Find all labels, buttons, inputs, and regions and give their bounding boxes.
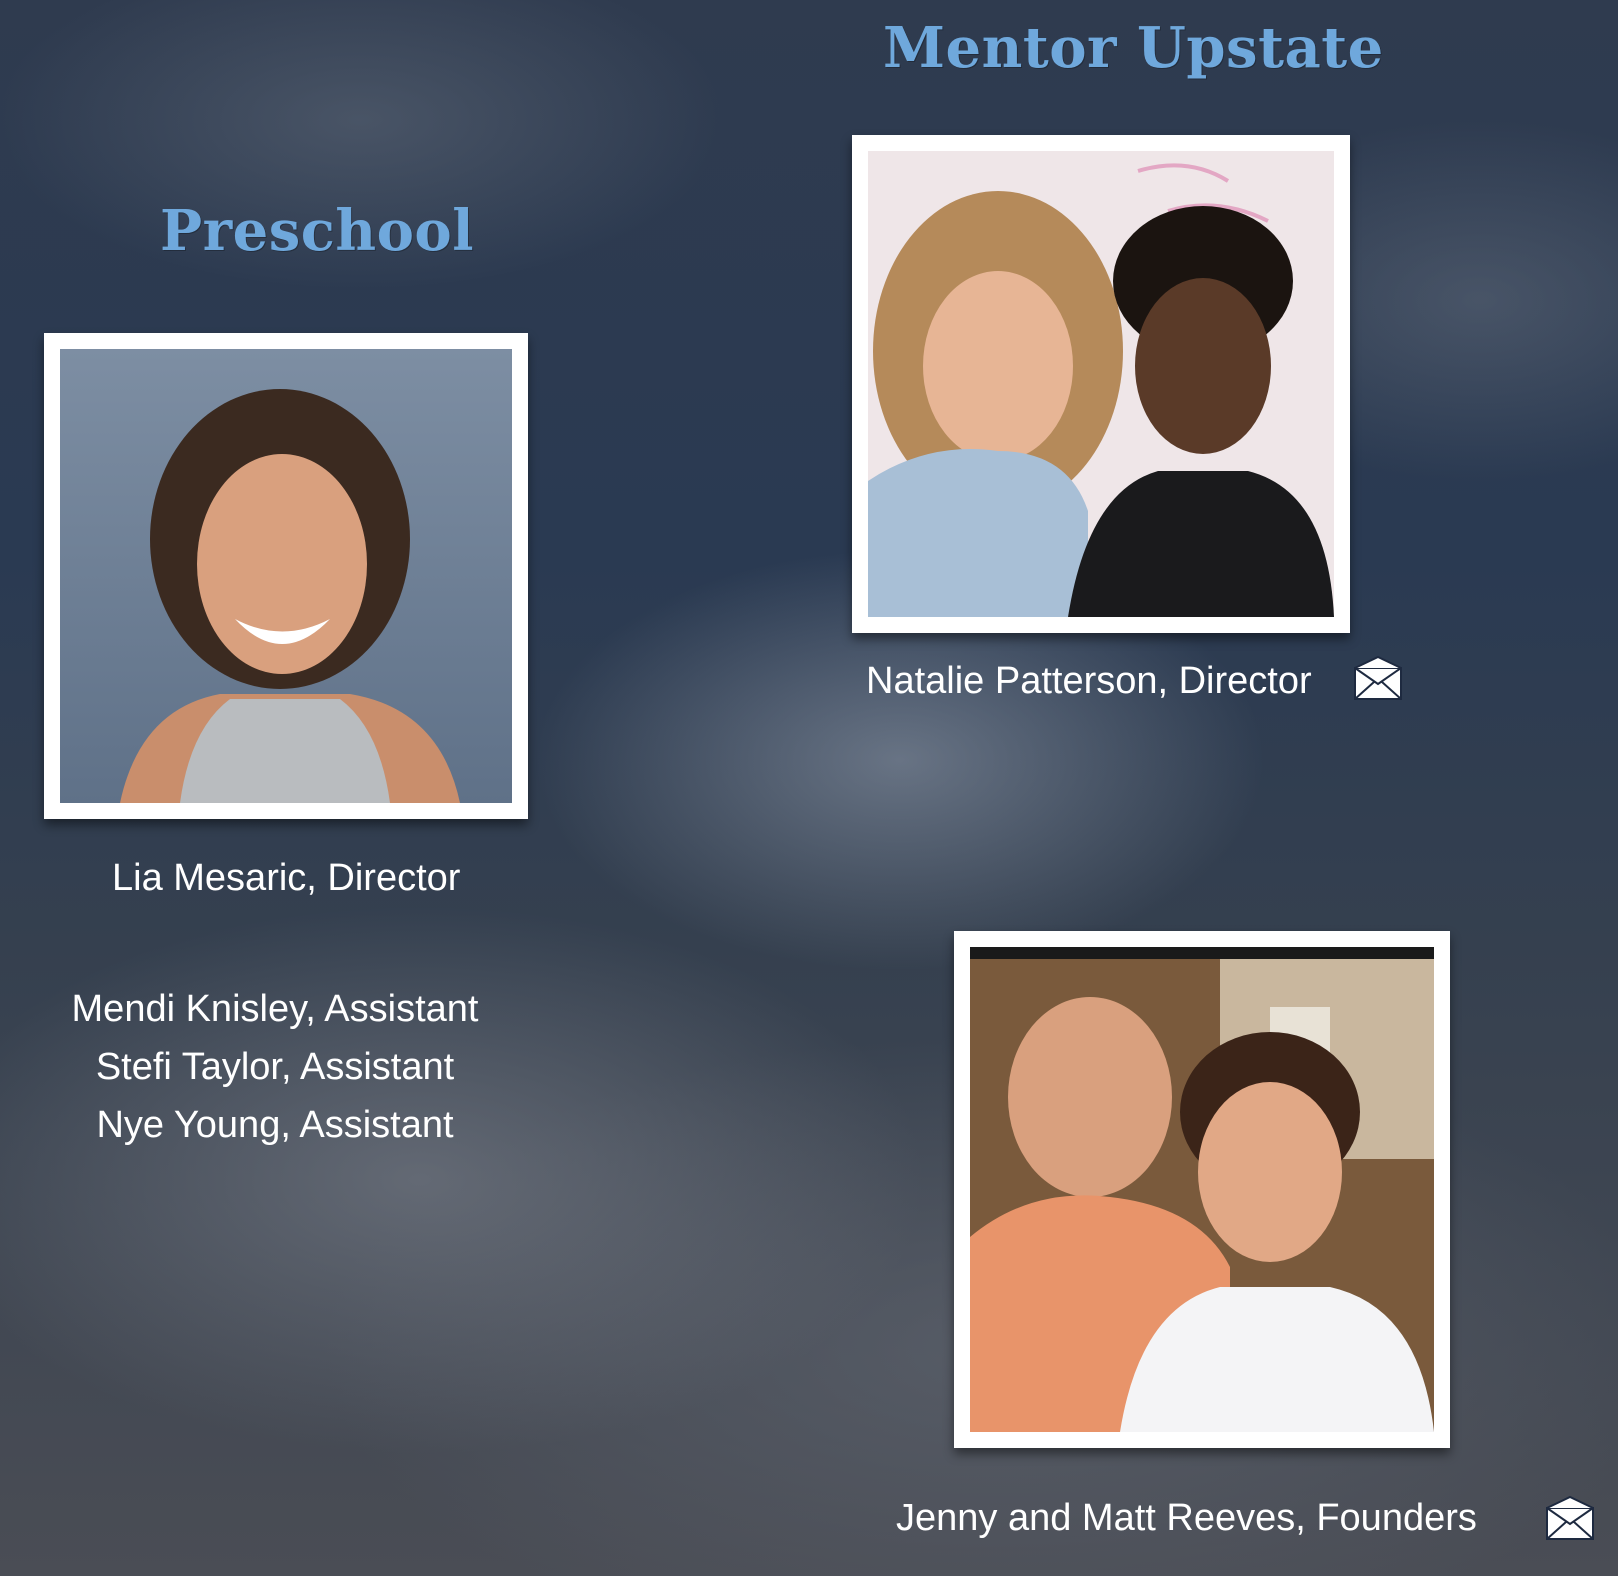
preschool-assistant-list: Mendi Knisley, Assistant Stefi Taylor, A… xyxy=(40,980,510,1154)
natalie-patterson-photo xyxy=(852,135,1350,633)
preschool-heading: Preschool xyxy=(160,198,475,264)
mentor-upstate-heading: Mentor Upstate xyxy=(883,15,1384,81)
reeves-founders-caption: Jenny and Matt Reeves, Founders xyxy=(896,1497,1477,1539)
natalie-patterson-caption: Natalie Patterson, Director xyxy=(866,660,1312,702)
list-item: Stefi Taylor, Assistant xyxy=(95,1046,455,1088)
lia-mesaric-photo xyxy=(44,333,528,819)
reeves-founders-photo xyxy=(954,931,1450,1448)
natalie-patterson-portrait xyxy=(868,151,1334,617)
envelope-icon[interactable] xyxy=(1544,1494,1596,1542)
reeves-founders-portrait xyxy=(970,947,1434,1432)
lia-mesaric-portrait xyxy=(60,349,512,803)
envelope-icon[interactable] xyxy=(1352,654,1404,702)
list-item: Mendi Knisley, Assistant xyxy=(71,988,479,1030)
list-item: Nye Young, Assistant xyxy=(96,1104,454,1146)
lia-mesaric-caption: Lia Mesaric, Director xyxy=(112,857,461,899)
